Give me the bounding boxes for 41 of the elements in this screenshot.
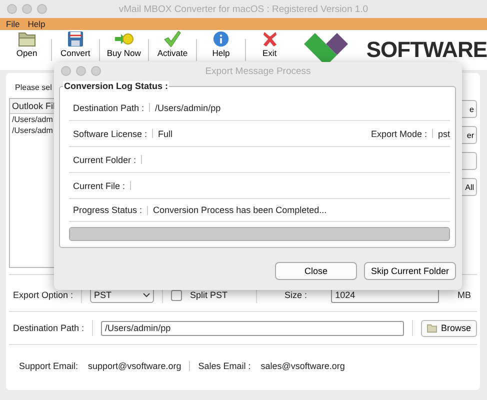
field-value: pst bbox=[438, 128, 450, 138]
field-label: Export Option : bbox=[13, 290, 74, 300]
cross-icon bbox=[262, 31, 278, 47]
field-label: Export Mode : bbox=[370, 128, 427, 138]
email-text: support@vsoftware.org bbox=[88, 361, 182, 371]
arrow-coin-icon bbox=[114, 31, 134, 47]
toolbar-button[interactable]: Help bbox=[200, 31, 242, 65]
folder-icon bbox=[18, 31, 36, 47]
dialog-button[interactable]: Close bbox=[274, 262, 357, 280]
field-label: Destination Path : bbox=[73, 102, 144, 112]
toolbar-button[interactable]: Open bbox=[6, 31, 48, 65]
toolbar-button[interactable]: Exit bbox=[248, 31, 290, 65]
field-value: Full bbox=[158, 128, 173, 138]
field-label: Current File : bbox=[73, 180, 126, 190]
field-label: Size : bbox=[284, 290, 308, 300]
email-text: sales@vsoftware.org bbox=[260, 361, 345, 371]
field-label: Software License : bbox=[73, 128, 148, 138]
logo-text: SOFTWARE bbox=[366, 37, 487, 63]
toolbar-button[interactable]: Buy Now bbox=[103, 31, 145, 65]
group-title: Conversion Log Status : bbox=[63, 81, 170, 91]
destination-field[interactable]: /Users/admin/pp bbox=[101, 320, 404, 336]
menu-item[interactable]: File bbox=[6, 19, 20, 29]
toolbar-button[interactable]: Activate bbox=[152, 31, 194, 65]
unit-label: MB bbox=[458, 290, 471, 300]
browse-button[interactable]: Browse bbox=[421, 320, 477, 336]
field-label: Current Folder : bbox=[73, 154, 136, 164]
checkbox-label: Split PST bbox=[190, 290, 228, 300]
window-title: vMail MBOX Converter for macOS : Registered Version 1.0 bbox=[118, 4, 368, 14]
field-value: /Users/admin/pp bbox=[155, 102, 221, 112]
caret-icon bbox=[143, 292, 150, 298]
field-label: Destination Path : bbox=[13, 323, 84, 333]
field-label: Support Email: bbox=[19, 361, 78, 371]
instruction-text: Please sel bbox=[15, 83, 52, 92]
field-value: Conversion Process has been Completed... bbox=[153, 205, 327, 215]
field-label: Sales Email : bbox=[198, 361, 251, 371]
field-label: Progress Status : bbox=[73, 205, 142, 215]
folder-icon bbox=[427, 324, 437, 332]
menu-item[interactable]: Help bbox=[28, 19, 46, 29]
checkbox[interactable] bbox=[171, 290, 182, 300]
dialog-title: Export Message Process bbox=[205, 66, 311, 76]
dialog-button[interactable]: Skip Current Folder bbox=[364, 262, 456, 280]
